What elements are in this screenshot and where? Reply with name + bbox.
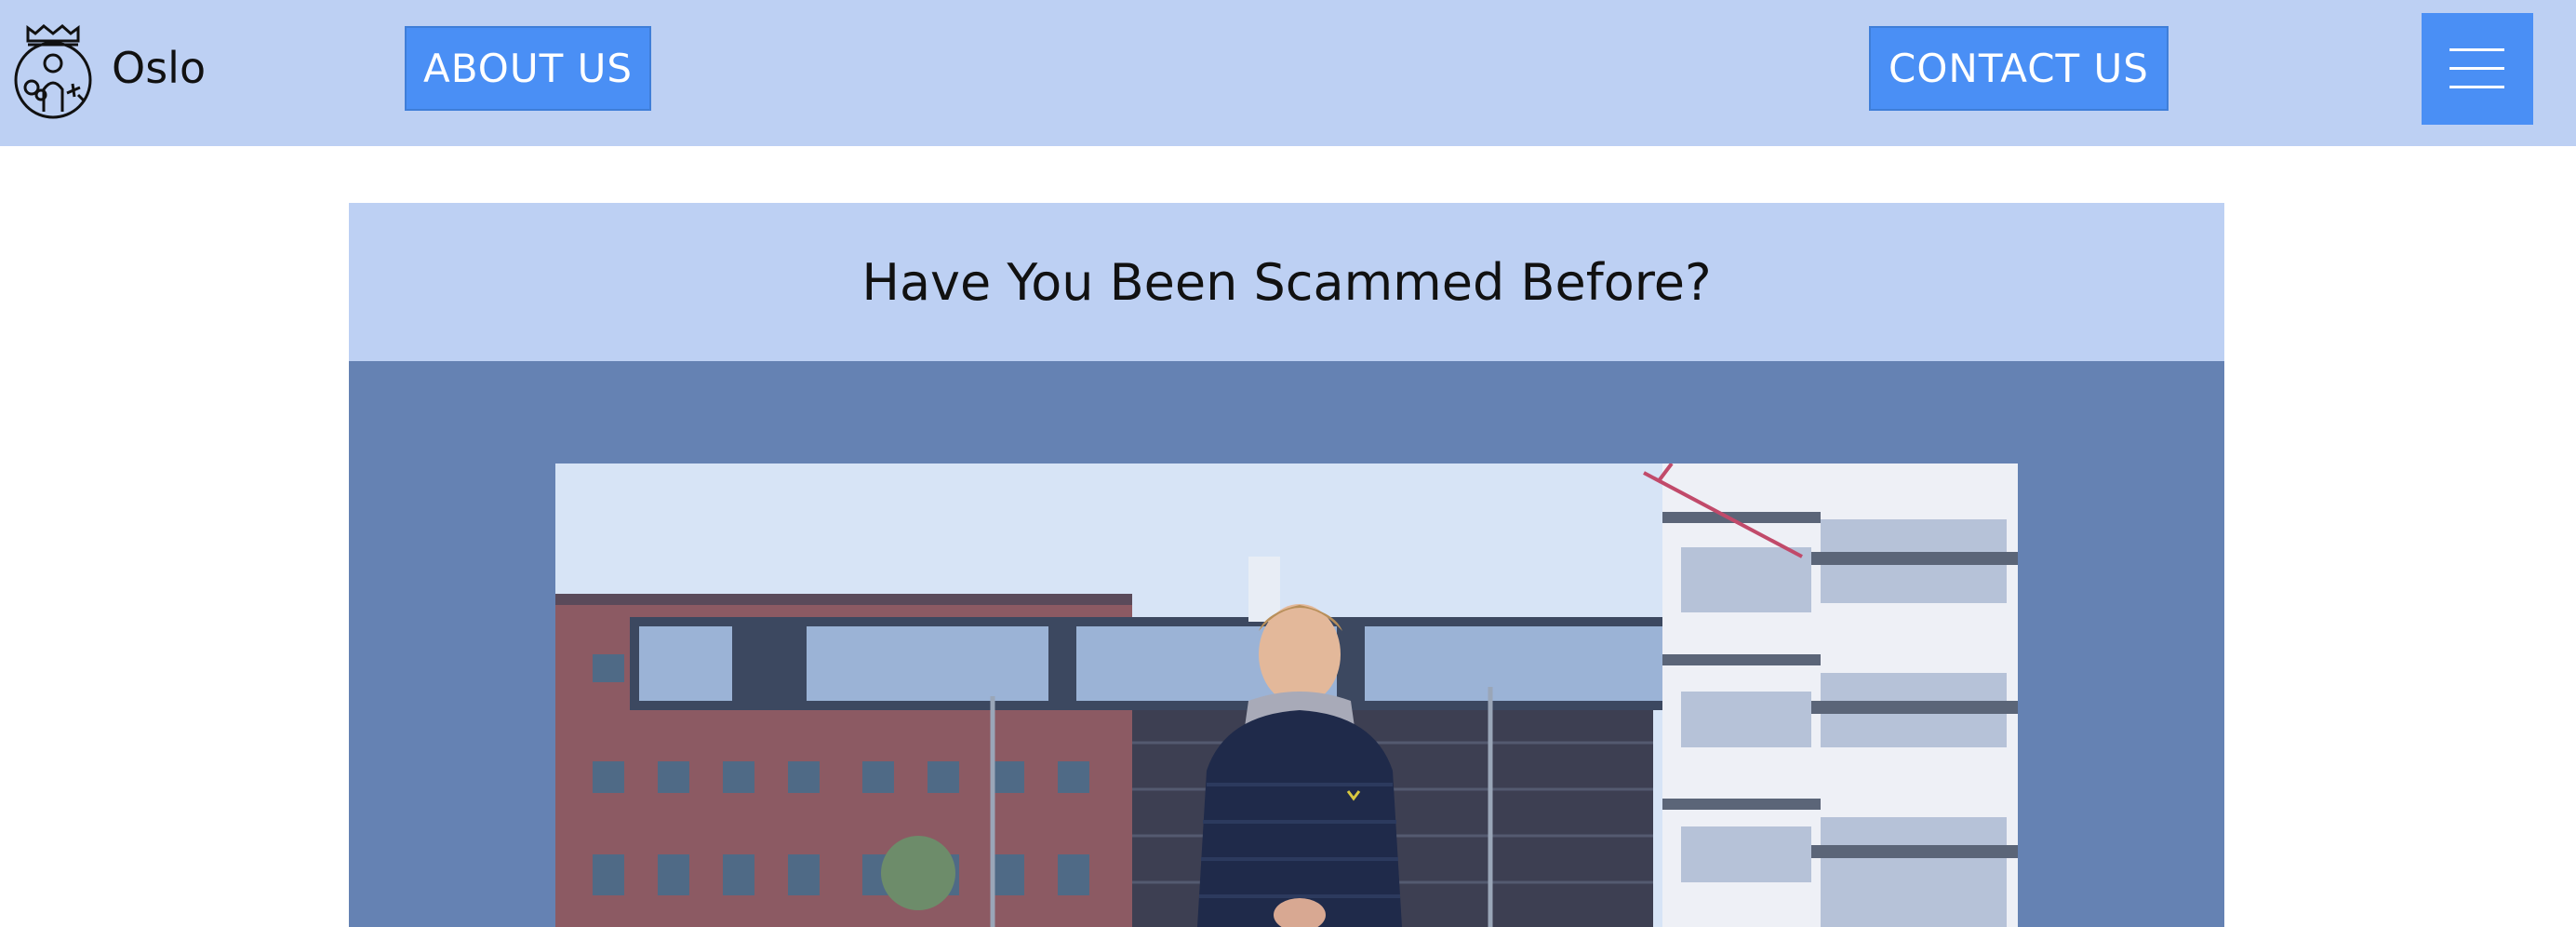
page-title: Have You Been Scammed Before?: [861, 252, 1712, 312]
page-title-banner: Have You Been Scammed Before?: [349, 203, 2224, 361]
menu-line: [2449, 86, 2504, 88]
hamburger-menu-icon[interactable]: [2422, 13, 2533, 125]
site-header: Oslo ABOUT US CONTACT US: [0, 0, 2576, 146]
contact-us-button[interactable]: CONTACT US: [1869, 26, 2169, 111]
brand-name[interactable]: Oslo: [112, 47, 206, 89]
video-thumbnail[interactable]: [555, 464, 2018, 927]
about-us-button[interactable]: ABOUT US: [405, 26, 651, 111]
menu-line: [2449, 48, 2504, 51]
oslo-city-seal-icon[interactable]: [13, 22, 93, 119]
menu-line: [2449, 67, 2504, 70]
